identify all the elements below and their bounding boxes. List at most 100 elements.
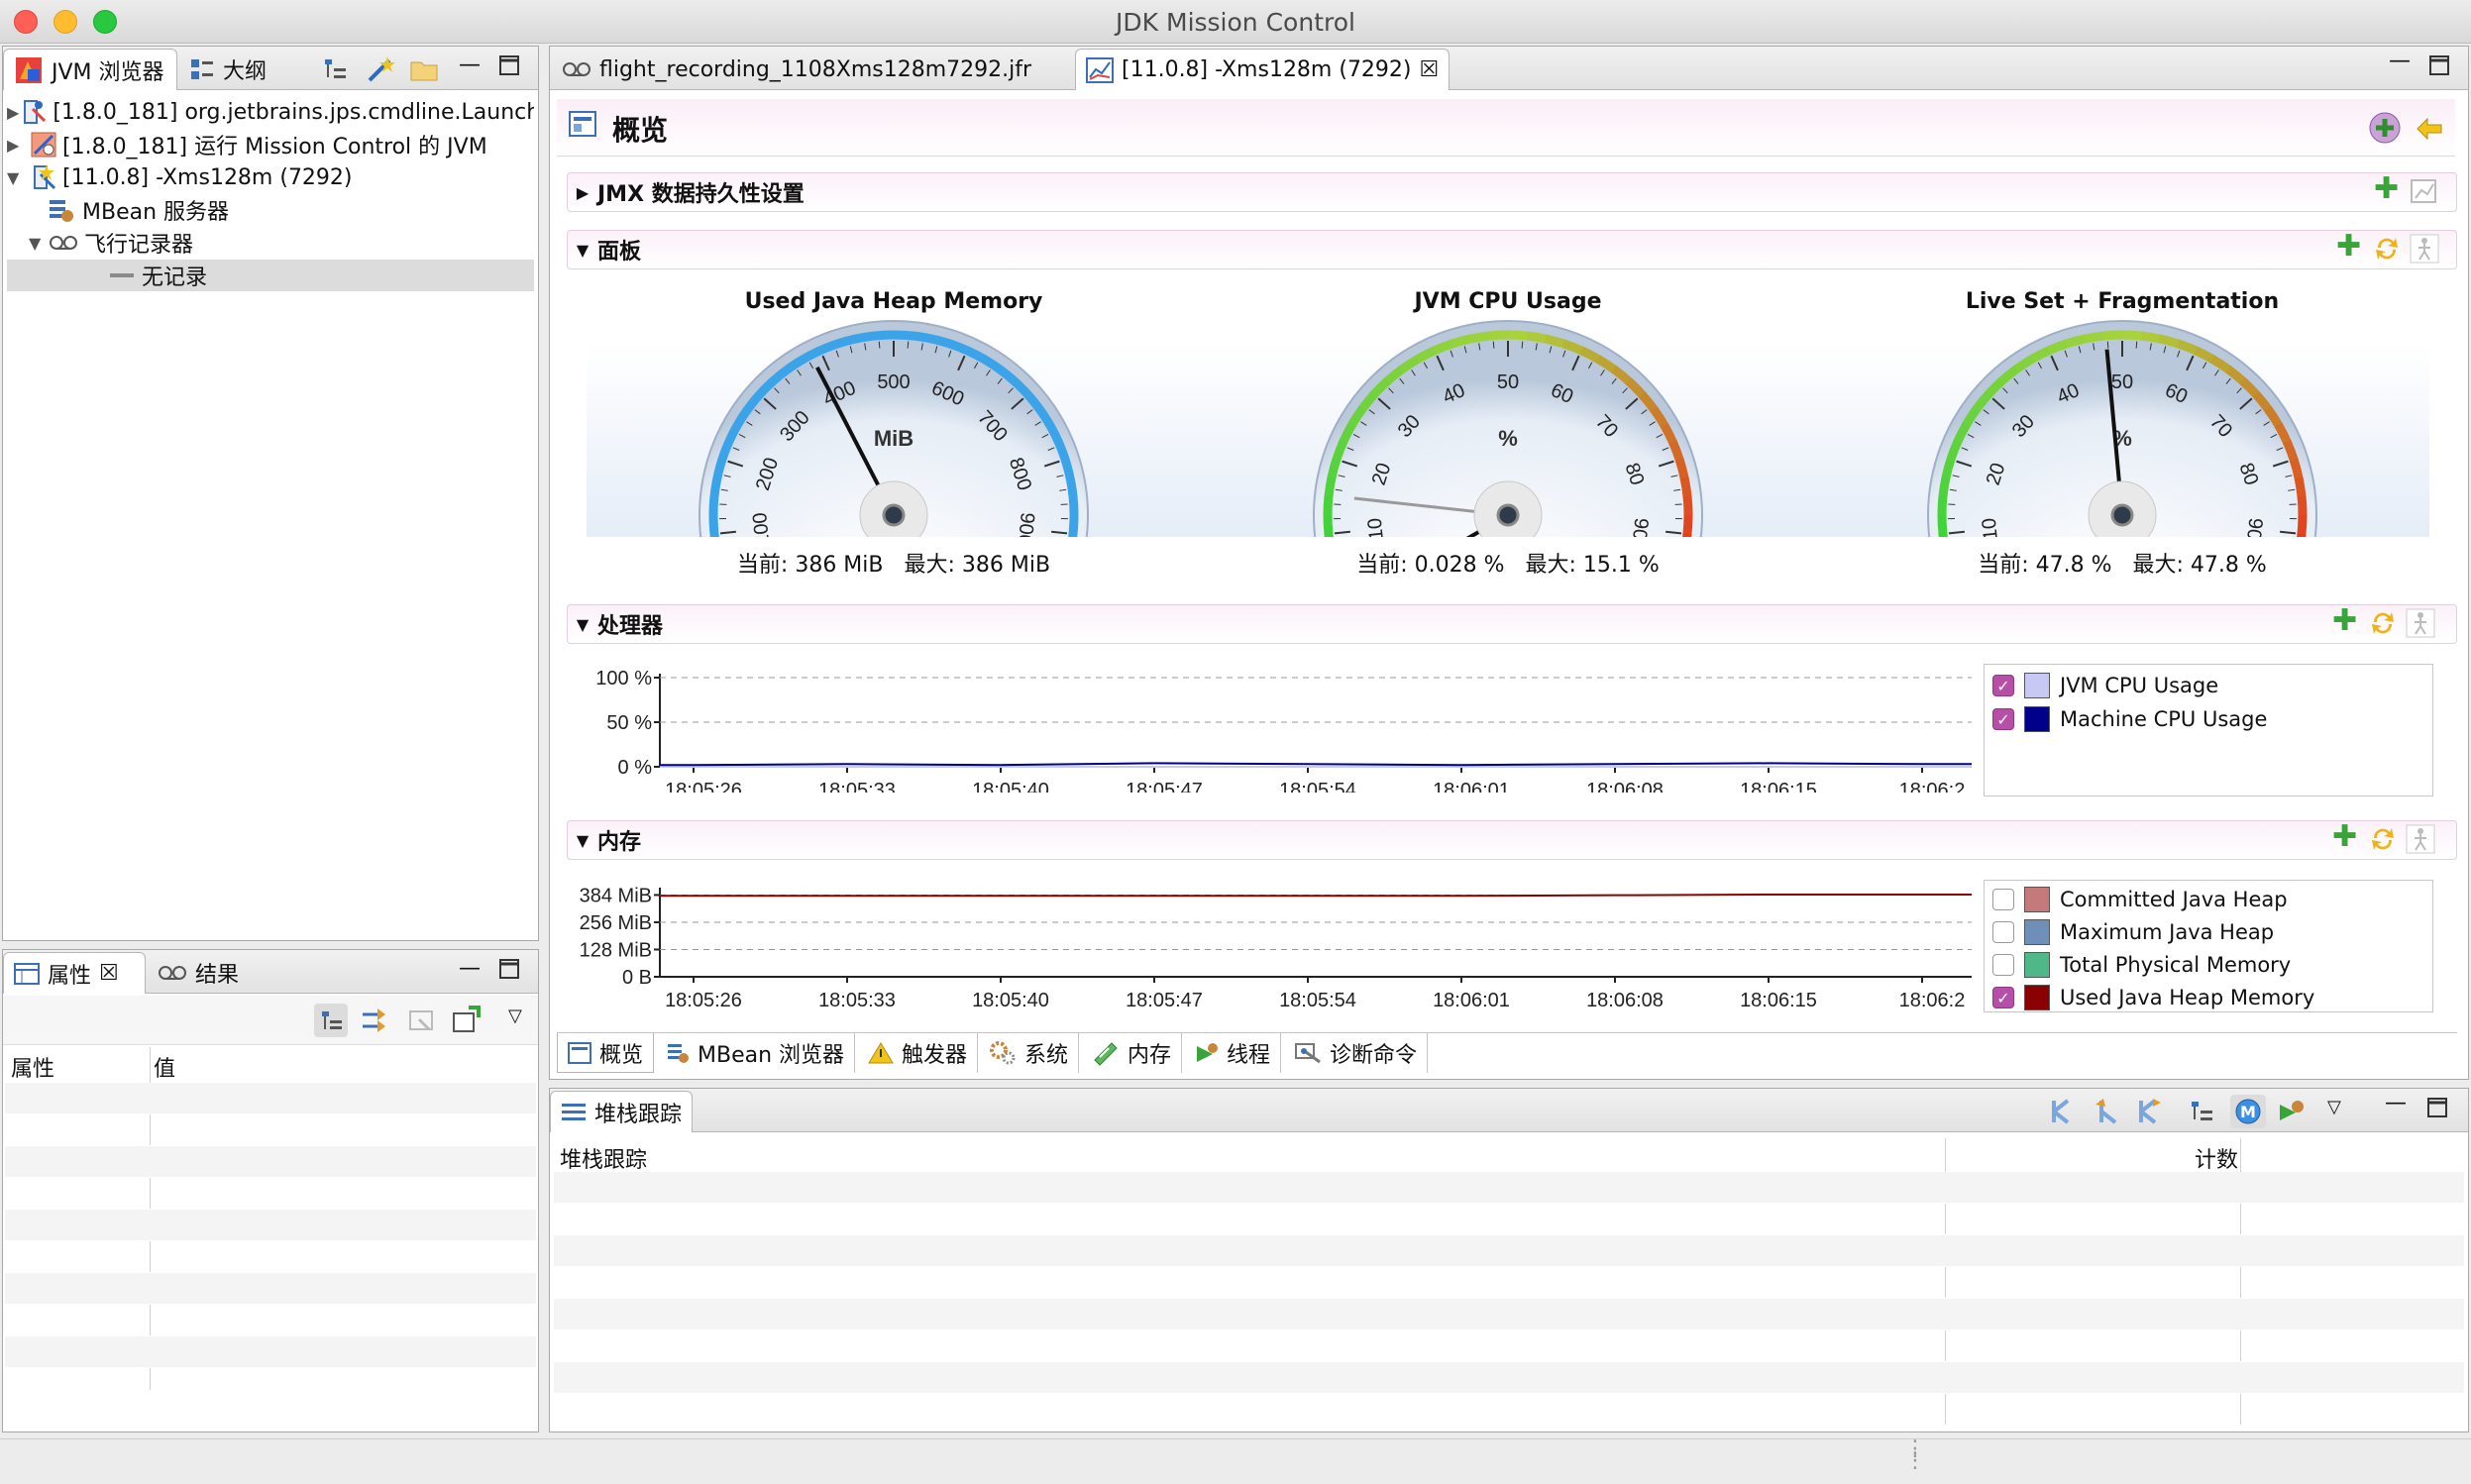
gauge-reading-heap: 当前: 386 MiB 最大: 386 MiB <box>636 547 1151 579</box>
add-component-icon[interactable] <box>2368 111 2402 145</box>
section-processor[interactable]: ▼ 处理器 <box>567 604 2457 644</box>
tab-label: 触发器 <box>902 1043 968 1068</box>
close-tab-icon[interactable]: ☒ <box>1420 57 1440 82</box>
column-header-property[interactable]: 属性 <box>11 1051 54 1083</box>
minimize-editor-icon[interactable]: — <box>2389 49 2411 73</box>
restore-default-icon[interactable] <box>407 1006 437 1035</box>
collapse-arrow-icon[interactable]: ▼ <box>568 241 597 260</box>
column-header-stack-trace[interactable]: 堆栈跟踪 <box>560 1142 647 1174</box>
tab-overview[interactable]: 概览 <box>557 1033 655 1073</box>
refresh-chart-icon[interactable] <box>2368 824 2398 854</box>
expand-arrow-icon[interactable]: ▼ <box>29 234 49 253</box>
column-header-value[interactable]: 值 <box>154 1051 175 1083</box>
distinguish-frames-icon[interactable] <box>2135 1097 2165 1126</box>
view-menu-icon[interactable]: ▽ <box>508 1006 522 1026</box>
legend-checkbox[interactable]: ✓ <box>1992 675 2014 696</box>
tree-item-mission-control-jvm[interactable]: ▶ [1.8.0_181] 运行 Mission Control 的 JVM <box>7 129 534 160</box>
add-chart-icon[interactable]: ✚ <box>2374 174 2399 204</box>
thread-dump-icon[interactable] <box>2276 1097 2306 1126</box>
section-title: 处理器 <box>597 614 664 639</box>
tab-diagnostic-commands[interactable]: 诊断命令 <box>1284 1033 1429 1073</box>
minimize-pane-icon[interactable]: — <box>2385 1091 2407 1115</box>
legend-checkbox[interactable]: ✓ <box>1992 987 2014 1008</box>
tab-jvm-browser[interactable]: JVM 浏览器 <box>3 49 177 90</box>
legend-item-jvm-cpu[interactable]: ✓ JVM CPU Usage <box>1992 671 2218 700</box>
tree-item-flight-recorder[interactable]: ▼ 飞行记录器 <box>7 227 534 259</box>
maximize-editor-icon[interactable] <box>2428 54 2450 76</box>
group-from-bottom-icon[interactable] <box>2092 1097 2121 1126</box>
expand-arrow-icon[interactable]: ▶ <box>568 183 597 202</box>
show-categories-icon[interactable] <box>314 1004 348 1037</box>
add-chart-icon[interactable]: ✚ <box>2332 606 2357 636</box>
section-memory[interactable]: ▼ 内存 <box>567 820 2457 860</box>
minimize-pane-icon[interactable]: — <box>459 956 481 981</box>
tab-stack-trace[interactable]: 堆栈跟踪 <box>550 1091 693 1132</box>
tab-triggers[interactable]: 触发器 <box>858 1033 979 1073</box>
add-gauge-icon[interactable]: ✚ <box>2336 232 2361 262</box>
view-menu-icon[interactable]: ▽ <box>2327 1097 2341 1117</box>
legend-checkbox[interactable] <box>1992 954 2014 976</box>
collapse-arrow-icon[interactable]: ▼ <box>568 615 597 634</box>
accessibility-icon[interactable] <box>2410 234 2439 264</box>
reset-layout-icon[interactable] <box>2414 111 2445 143</box>
tab-outline[interactable]: 大纲 <box>179 49 276 90</box>
svg-text:M: M <box>2240 1103 2256 1121</box>
section-jmx-persistence[interactable]: ▶ JMX 数据持久性设置 <box>567 172 2457 212</box>
tab-threads[interactable]: 线程 <box>1183 1033 1282 1073</box>
tab-results[interactable]: 结果 <box>148 952 249 994</box>
resize-grip-icon[interactable]: ⋮ ⋮ <box>1904 1438 1926 1472</box>
expand-arrow-icon[interactable]: ▶ <box>7 136 29 155</box>
pin-view-icon[interactable] <box>451 1004 483 1035</box>
show-advanced-icon[interactable] <box>360 1006 389 1035</box>
legend-item-maximum-heap[interactable]: Maximum Java Heap <box>1992 917 2274 947</box>
new-folder-icon[interactable] <box>409 54 439 82</box>
maximize-pane-icon[interactable] <box>498 54 520 76</box>
gauge-arc <box>2289 458 2304 480</box>
accessibility-icon[interactable] <box>2406 824 2435 854</box>
x-tick-label: 18:05:33 <box>818 780 896 793</box>
tab-jfr-file[interactable]: flight_recording_1108Xms128m7292.jfr <box>552 49 1041 90</box>
tree-item-jvm-11[interactable]: ▼ [11.0.8] -Xms128m (7292) <box>7 161 534 193</box>
close-tab-icon[interactable]: ☒ <box>99 961 119 986</box>
legend-item-physical-memory[interactable]: Total Physical Memory <box>1992 950 2291 980</box>
tree-item-no-recording[interactable]: 无记录 <box>7 260 534 291</box>
legend-checkbox[interactable] <box>1992 921 2014 943</box>
collapse-tree-icon[interactable] <box>322 56 348 82</box>
connect-wizard-icon[interactable] <box>366 54 395 84</box>
legend-item-used-heap[interactable]: ✓ Used Java Heap Memory <box>1992 983 2314 1012</box>
legend-checkbox[interactable]: ✓ <box>1992 708 2014 730</box>
expand-arrow-icon[interactable]: ▼ <box>7 168 29 187</box>
refresh-gauge-icon[interactable] <box>2372 234 2402 264</box>
group-from-top-icon[interactable] <box>2048 1097 2078 1126</box>
tab-label: 大纲 <box>223 59 268 84</box>
section-dashboard[interactable]: ▼ 面板 <box>567 230 2457 269</box>
status-bar: ⋮ ⋮ <box>0 1438 2471 1484</box>
tab-mbean-browser[interactable]: MBean 浏览器 <box>656 1033 856 1073</box>
tab-jvm-console[interactable]: [11.0.8] -Xms128m (7292) ☒ <box>1075 49 1450 90</box>
collapse-arrow-icon[interactable]: ▼ <box>568 831 597 850</box>
column-header-count[interactable]: 计数 <box>2195 1142 2238 1174</box>
maximize-pane-icon[interactable] <box>498 958 520 980</box>
refresh-chart-icon[interactable] <box>2368 608 2398 638</box>
gauge-arc <box>1682 514 1693 537</box>
accessibility-icon[interactable] <box>2406 608 2435 638</box>
tab-properties[interactable]: 属性 ☒ <box>3 952 146 994</box>
method-view-icon[interactable]: M <box>2230 1095 2266 1128</box>
cpu-legend: ✓ JVM CPU Usage ✓ Machine CPU Usage <box>1984 664 2433 796</box>
add-chart-icon[interactable]: ✚ <box>2332 822 2357 852</box>
tab-system[interactable]: 系统 <box>979 1033 1080 1073</box>
expand-arrow-icon[interactable]: ▶ <box>7 103 19 122</box>
legend-item-committed-heap[interactable]: Committed Java Heap <box>1992 885 2288 914</box>
legend-label: Maximum Java Heap <box>2060 920 2275 944</box>
tree-layout-icon[interactable] <box>2189 1099 2214 1124</box>
edit-chart-icon[interactable] <box>2410 176 2439 206</box>
maximize-pane-icon[interactable] <box>2426 1097 2448 1118</box>
gauge-title-heap: Used Java Heap Memory <box>744 289 1043 314</box>
legend-item-machine-cpu[interactable]: ✓ Machine CPU Usage <box>1992 704 2267 734</box>
tree-item-mbean-server[interactable]: MBean 服务器 <box>7 194 534 226</box>
minimize-pane-icon[interactable]: — <box>459 53 481 77</box>
tab-memory[interactable]: 内存 <box>1082 1033 1183 1073</box>
legend-checkbox[interactable] <box>1992 889 2014 910</box>
x-tick-label: 18:05:54 <box>1279 780 1356 793</box>
tree-item-jps-launcher[interactable]: ▶ [1.8.0_181] org.jetbrains.jps.cmdline.… <box>7 96 534 128</box>
